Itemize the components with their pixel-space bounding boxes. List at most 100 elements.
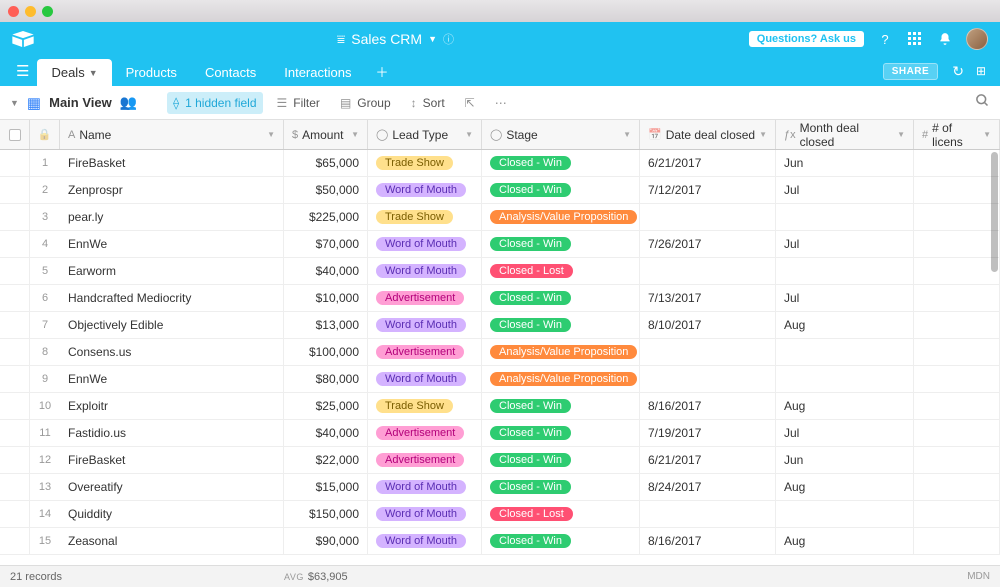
cell-lead_type[interactable]: Trade Show	[368, 393, 482, 419]
user-avatar[interactable]	[966, 28, 988, 50]
cell-date_closed[interactable]: 6/21/2017	[640, 447, 776, 473]
cell-name[interactable]: pear.ly	[60, 204, 284, 230]
cell-name[interactable]: EnnWe	[60, 366, 284, 392]
cell-licenses[interactable]	[914, 177, 1000, 203]
column-dropdown-icon[interactable]: ▼	[983, 130, 991, 139]
cell-amount[interactable]: $22,000	[284, 447, 368, 473]
row-checkbox[interactable]	[0, 528, 30, 554]
group-button[interactable]: ▤ Group	[334, 92, 397, 114]
cell-date_closed[interactable]: 7/12/2017	[640, 177, 776, 203]
cell-lead_type[interactable]: Word of Mouth	[368, 366, 482, 392]
column-header-name[interactable]: AName▼	[60, 120, 284, 149]
table-row[interactable]: 8Consens.us$100,000AdvertisementAnalysis…	[0, 339, 1000, 366]
cell-lead_type[interactable]: Advertisement	[368, 420, 482, 446]
cell-name[interactable]: Earworm	[60, 258, 284, 284]
row-checkbox[interactable]	[0, 447, 30, 473]
cell-month_closed[interactable]: Jun	[776, 150, 914, 176]
column-header-month_closed[interactable]: ƒxMonth deal closed▼	[776, 120, 914, 149]
column-dropdown-icon[interactable]: ▼	[267, 130, 275, 139]
row-checkbox[interactable]	[0, 150, 30, 176]
summary-avg-value[interactable]: $63,905	[308, 571, 348, 583]
cell-month_closed[interactable]: Jul	[776, 420, 914, 446]
cell-lead_type[interactable]: Advertisement	[368, 285, 482, 311]
table-row[interactable]: 3pear.ly$225,000Trade ShowAnalysis/Value…	[0, 204, 1000, 231]
row-checkbox[interactable]	[0, 258, 30, 284]
cell-stage[interactable]: Closed - Win	[482, 150, 640, 176]
cell-amount[interactable]: $15,000	[284, 474, 368, 500]
cell-amount[interactable]: $50,000	[284, 177, 368, 203]
base-title[interactable]: Sales CRM	[351, 31, 422, 47]
cell-lead_type[interactable]: Trade Show	[368, 150, 482, 176]
table-row[interactable]: 5Earworm$40,000Word of MouthClosed - Los…	[0, 258, 1000, 285]
cell-licenses[interactable]	[914, 312, 1000, 338]
cell-date_closed[interactable]: 7/13/2017	[640, 285, 776, 311]
row-checkbox[interactable]	[0, 420, 30, 446]
cell-licenses[interactable]	[914, 150, 1000, 176]
cell-lead_type[interactable]: Word of Mouth	[368, 258, 482, 284]
cell-date_closed[interactable]: 6/21/2017	[640, 150, 776, 176]
cell-licenses[interactable]	[914, 447, 1000, 473]
cell-date_closed[interactable]	[640, 258, 776, 284]
cell-stage[interactable]: Closed - Win	[482, 474, 640, 500]
vertical-scrollbar[interactable]	[991, 152, 998, 272]
column-header-licenses[interactable]: ## of licens▼	[914, 120, 1000, 149]
cell-lead_type[interactable]: Word of Mouth	[368, 177, 482, 203]
cell-stage[interactable]: Closed - Lost	[482, 258, 640, 284]
cell-amount[interactable]: $90,000	[284, 528, 368, 554]
cell-licenses[interactable]	[914, 258, 1000, 284]
cell-stage[interactable]: Closed - Win	[482, 285, 640, 311]
cell-amount[interactable]: $65,000	[284, 150, 368, 176]
close-window-button[interactable]	[8, 6, 19, 17]
cell-lead_type[interactable]: Word of Mouth	[368, 231, 482, 257]
table-row[interactable]: 15Zeasonal$90,000Word of MouthClosed - W…	[0, 528, 1000, 555]
table-row[interactable]: 10Exploitr$25,000Trade ShowClosed - Win8…	[0, 393, 1000, 420]
minimize-window-button[interactable]	[25, 6, 36, 17]
table-tab-interactions[interactable]: Interactions	[270, 59, 365, 86]
cell-month_closed[interactable]: Jul	[776, 177, 914, 203]
cell-amount[interactable]: $225,000	[284, 204, 368, 230]
cell-lead_type[interactable]: Word of Mouth	[368, 312, 482, 338]
cell-lead_type[interactable]: Advertisement	[368, 447, 482, 473]
cell-amount[interactable]: $25,000	[284, 393, 368, 419]
cell-date_closed[interactable]	[640, 501, 776, 527]
share-view-icon[interactable]: ⇱	[459, 92, 481, 114]
column-header-lead_type[interactable]: ◯Lead Type▼	[368, 120, 482, 149]
cell-stage[interactable]: Closed - Lost	[482, 501, 640, 527]
column-header-amount[interactable]: $Amount▼	[284, 120, 368, 149]
row-checkbox[interactable]	[0, 339, 30, 365]
cell-name[interactable]: FireBasket	[60, 447, 284, 473]
cell-amount[interactable]: $80,000	[284, 366, 368, 392]
cell-amount[interactable]: $40,000	[284, 420, 368, 446]
info-icon[interactable]: ⓘ	[443, 31, 454, 47]
cell-month_closed[interactable]: Jul	[776, 285, 914, 311]
data-grid[interactable]: 1FireBasket$65,000Trade ShowClosed - Win…	[0, 150, 1000, 565]
cell-name[interactable]: Consens.us	[60, 339, 284, 365]
table-row[interactable]: 14Quiddity$150,000Word of MouthClosed - …	[0, 501, 1000, 528]
cell-name[interactable]: Handcrafted Mediocrity	[60, 285, 284, 311]
column-dropdown-icon[interactable]: ▼	[465, 130, 473, 139]
row-checkbox[interactable]	[0, 366, 30, 392]
cell-stage[interactable]: Analysis/Value Proposition	[482, 366, 640, 392]
cell-amount[interactable]: $70,000	[284, 231, 368, 257]
cell-licenses[interactable]	[914, 393, 1000, 419]
apps-grid-icon[interactable]	[906, 30, 924, 48]
base-settings-icon[interactable]: ⊞	[970, 64, 992, 78]
table-row[interactable]: 2Zenprospr$50,000Word of MouthClosed - W…	[0, 177, 1000, 204]
search-icon[interactable]	[975, 93, 990, 112]
cell-month_closed[interactable]: Jul	[776, 231, 914, 257]
table-row[interactable]: 4EnnWe$70,000Word of MouthClosed - Win7/…	[0, 231, 1000, 258]
cell-stage[interactable]: Analysis/Value Proposition	[482, 339, 640, 365]
zoom-window-button[interactable]	[42, 6, 53, 17]
questions-button[interactable]: Questions? Ask us	[749, 31, 864, 47]
grid-view-icon[interactable]: ▦	[27, 94, 41, 112]
cell-stage[interactable]: Closed - Win	[482, 528, 640, 554]
cell-licenses[interactable]	[914, 366, 1000, 392]
cell-date_closed[interactable]	[640, 366, 776, 392]
cell-name[interactable]: Quiddity	[60, 501, 284, 527]
cell-date_closed[interactable]: 7/26/2017	[640, 231, 776, 257]
cell-date_closed[interactable]	[640, 204, 776, 230]
cell-licenses[interactable]	[914, 204, 1000, 230]
cell-date_closed[interactable]: 8/24/2017	[640, 474, 776, 500]
cell-name[interactable]: EnnWe	[60, 231, 284, 257]
cell-amount[interactable]: $40,000	[284, 258, 368, 284]
